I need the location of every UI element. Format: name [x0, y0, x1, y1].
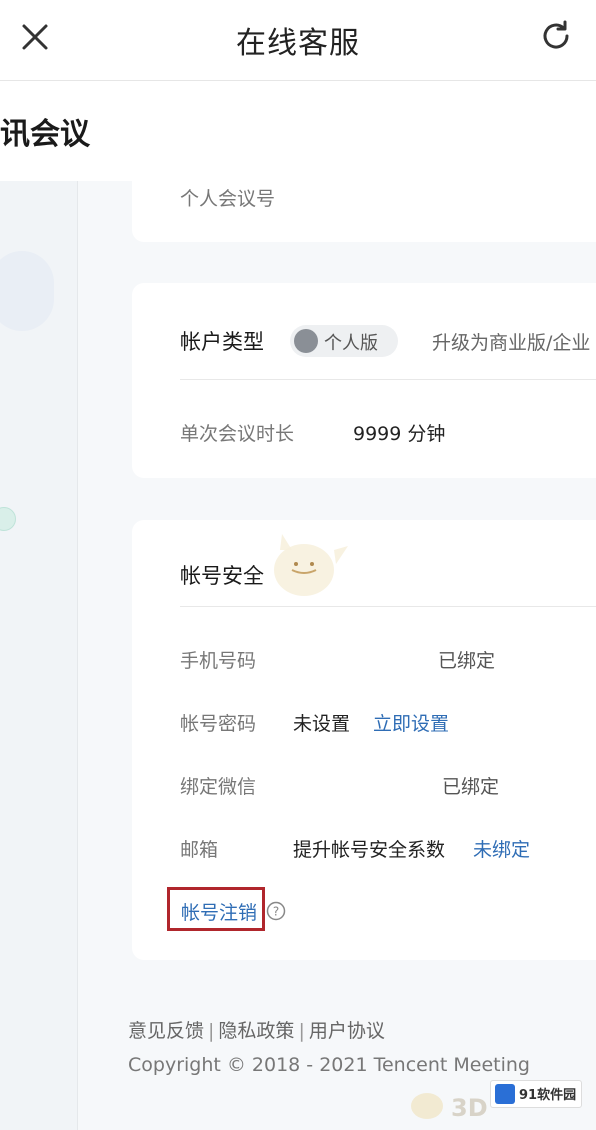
app-name: 讯会议: [0, 117, 90, 152]
mascot-watermark-icon: [274, 534, 348, 596]
copyright-text: Copyright © 2018 - 2021 Tencent Meeting: [128, 1054, 530, 1076]
badge-label: 个人版: [324, 333, 378, 354]
privacy-link[interactable]: 隐私政策: [218, 1020, 294, 1042]
account-security-card: 帐号安全 手机号码 已绑定 帐号密码 未设置 立即设置 绑定微信 已绑定 邮箱 …: [132, 520, 596, 960]
sidebar-selected-item[interactable]: [0, 251, 54, 331]
sidebar-badge: [0, 507, 16, 531]
password-status: 未设置: [293, 713, 351, 735]
delete-account-highlight: 帐号注销: [167, 887, 265, 931]
duration-label: 单次会议时长: [180, 423, 295, 445]
password-label: 帐号密码: [180, 713, 257, 735]
user-icon: [294, 329, 318, 353]
email-hint: 提升帐号安全系数: [293, 839, 446, 861]
3d-watermark-icon: 3D: [411, 1093, 488, 1122]
upgrade-link[interactable]: 升级为商业版/企业: [432, 328, 590, 355]
divider: [180, 379, 596, 380]
site-watermark: 91软件园: [490, 1080, 582, 1108]
footer-links: 意见反馈 | 隐私政策 | 用户协议: [128, 1016, 385, 1043]
svg-text:?: ?: [273, 905, 279, 919]
wechat-status: 已绑定: [442, 776, 500, 798]
app-header: 讯会议: [0, 81, 596, 181]
help-icon[interactable]: ?: [266, 901, 286, 921]
wechat-label: 绑定微信: [180, 776, 257, 798]
account-type-card: 帐户类型 个人版 升级为商业版/企业 单次会议时长 9999 分钟: [132, 283, 596, 478]
set-password-link[interactable]: 立即设置: [373, 709, 449, 736]
sidebar: [0, 181, 78, 1130]
page-title: 在线客服: [236, 26, 360, 61]
separator: |: [298, 1020, 305, 1042]
agreement-link[interactable]: 用户协议: [309, 1020, 385, 1042]
divider: [180, 606, 596, 607]
svg-text:3D: 3D: [451, 1094, 488, 1122]
site-logo-icon: [495, 1084, 515, 1104]
top-bar: 在线客服: [0, 0, 596, 81]
phone-label: 手机号码: [180, 650, 257, 672]
account-type-label: 帐户类型: [180, 330, 264, 354]
bind-email-link[interactable]: 未绑定: [473, 835, 530, 862]
account-type-badge: 个人版: [290, 325, 398, 357]
delete-account-link[interactable]: 帐号注销: [181, 898, 257, 925]
separator: |: [208, 1020, 215, 1042]
feedback-link[interactable]: 意见反馈: [128, 1020, 204, 1042]
security-heading: 帐号安全: [180, 564, 264, 588]
site-watermark-text: 91软件园: [519, 1088, 577, 1103]
meeting-id-card: 个人会议号: [132, 170, 596, 242]
duration-value: 9999 分钟: [353, 423, 446, 445]
personal-meeting-id-label: 个人会议号: [180, 188, 276, 210]
refresh-icon[interactable]: [538, 18, 574, 54]
email-label: 邮箱: [180, 839, 219, 861]
phone-status: 已绑定: [438, 650, 496, 672]
